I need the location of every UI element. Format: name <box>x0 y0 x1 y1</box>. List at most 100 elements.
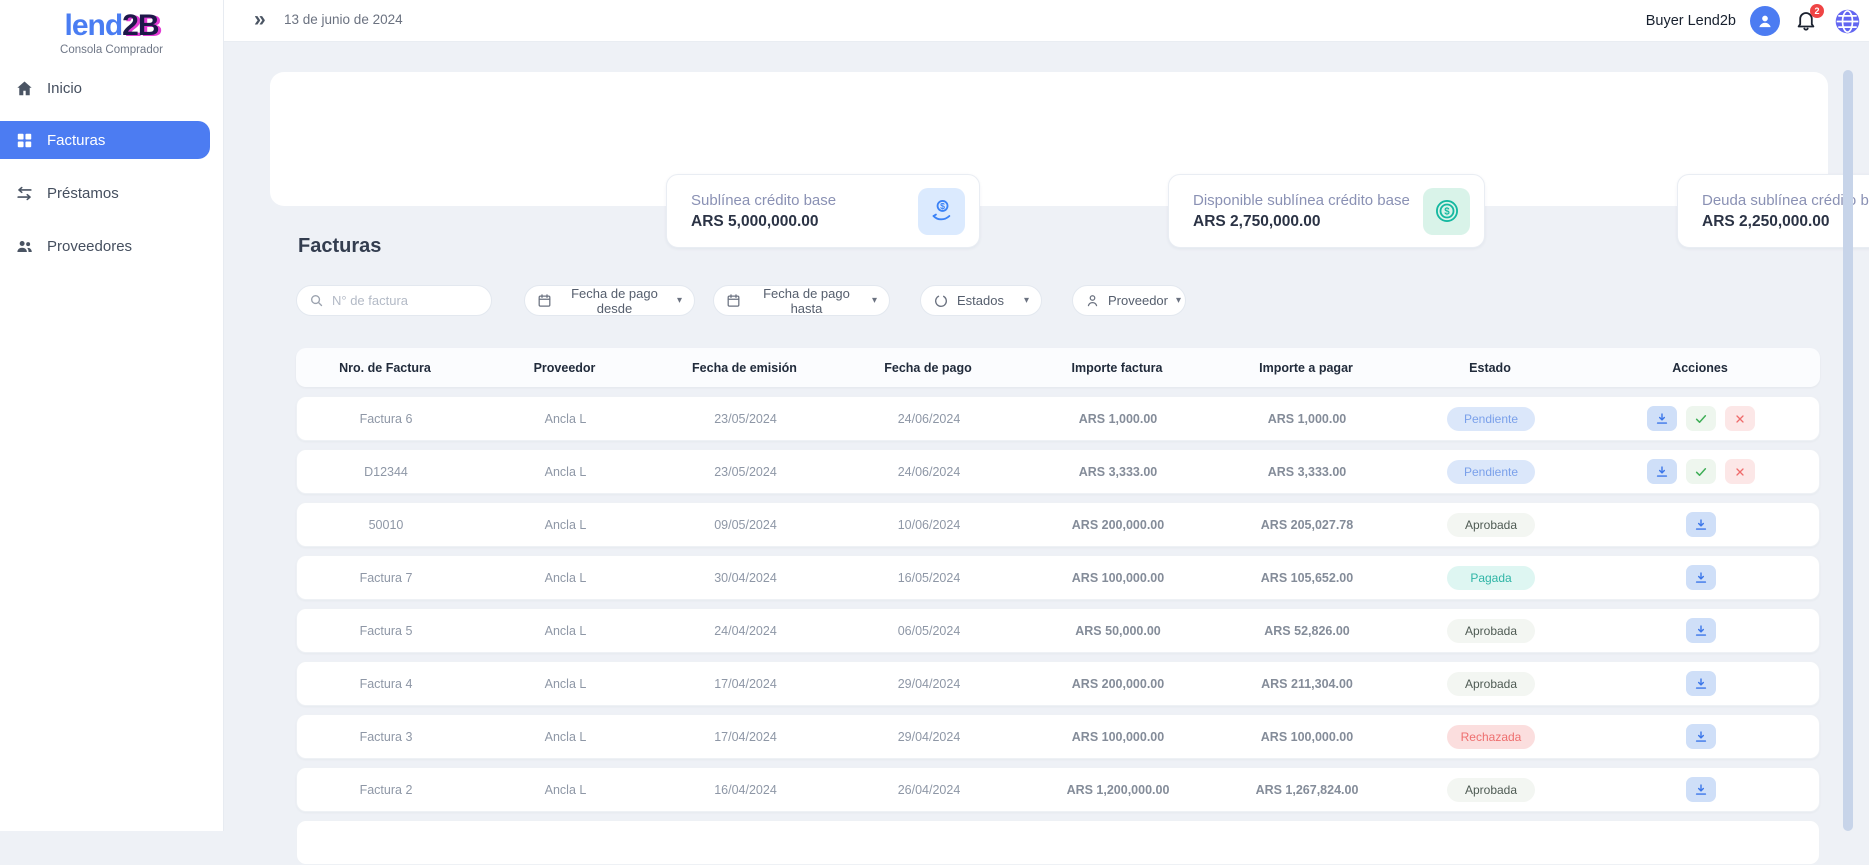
status-badge: Aprobada <box>1447 778 1535 802</box>
notification-count-badge: 2 <box>1810 4 1824 18</box>
provider-cell: Ancla L <box>475 412 656 426</box>
invoice-amount-cell: ARS 1,000.00 <box>1023 412 1213 426</box>
stat-card-debt: Deuda sublínea crédito base ARS 2,250,00… <box>1677 174 1869 248</box>
status-badge: Aprobada <box>1447 619 1535 643</box>
user-name: Buyer Lend2b <box>1646 13 1736 29</box>
table-row: Factura 2 Ancla L 16/04/2024 26/04/2024 … <box>296 767 1820 812</box>
payable-amount-cell: ARS 205,027.78 <box>1213 518 1401 532</box>
row-actions <box>1581 724 1821 749</box>
language-globe-icon[interactable] <box>1834 8 1861 35</box>
payable-amount-cell: ARS 100,000.00 <box>1213 730 1401 744</box>
invoice-amount-cell: ARS 100,000.00 <box>1023 730 1213 744</box>
table-header: Nro. de Factura Proveedor Fecha de emisi… <box>296 348 1820 387</box>
logo-text-primary: lend <box>64 9 122 42</box>
download-invoice-button[interactable] <box>1647 459 1677 484</box>
sidebar-item-proveedores[interactable]: Proveedores <box>0 232 223 260</box>
user-avatar[interactable] <box>1750 6 1780 36</box>
approve-invoice-button[interactable] <box>1686 406 1716 431</box>
column-header: Estado <box>1400 361 1580 375</box>
invoice-amount-cell: ARS 1,200,000.00 <box>1023 783 1213 797</box>
table-row: 50010 Ancla L 09/05/2024 10/06/2024 ARS … <box>296 502 1820 547</box>
download-invoice-button[interactable] <box>1686 618 1716 643</box>
row-actions <box>1581 512 1821 537</box>
page-scrollbar[interactable] <box>1843 70 1853 831</box>
notifications-bell-icon[interactable]: 2 <box>1794 7 1820 35</box>
approve-invoice-button[interactable] <box>1686 459 1716 484</box>
provider-cell: Ancla L <box>475 677 656 691</box>
reject-invoice-button[interactable] <box>1725 459 1755 484</box>
table-row: Factura 4 Ancla L 17/04/2024 29/04/2024 … <box>296 661 1820 706</box>
invoice-number-cell: Factura 7 <box>297 571 475 585</box>
filter-label: Fecha de pago desde <box>560 286 669 316</box>
download-invoice-button[interactable] <box>1686 671 1716 696</box>
row-actions <box>1581 406 1821 431</box>
status-badge: Pagada <box>1447 566 1535 590</box>
filter-provider[interactable]: Proveedor ▾ <box>1072 285 1186 316</box>
download-invoice-button[interactable] <box>1686 565 1716 590</box>
filter-label: Estados <box>957 293 1004 308</box>
stat-value: ARS 2,750,000.00 <box>1193 213 1410 231</box>
provider-cell: Ancla L <box>475 571 656 585</box>
column-header: Fecha de emisión <box>655 361 834 375</box>
issue-date-cell: 17/04/2024 <box>656 730 835 744</box>
issue-date-cell: 23/05/2024 <box>656 412 835 426</box>
provider-cell: Ancla L <box>475 730 656 744</box>
invoice-number-cell: 50010 <box>297 518 475 532</box>
payable-amount-cell: ARS 1,000.00 <box>1213 412 1401 426</box>
filter-label: Proveedor <box>1108 293 1168 308</box>
sidebar-item-facturas[interactable]: Facturas <box>0 121 210 159</box>
filter-states[interactable]: Estados ▾ <box>920 285 1042 316</box>
sidebar-collapse-icon[interactable]: » <box>254 6 266 34</box>
download-invoice-button[interactable] <box>1686 777 1716 802</box>
sidebar-item-prestamos[interactable]: Préstamos <box>0 179 223 207</box>
column-header: Acciones <box>1580 361 1820 375</box>
sidebar-item-inicio[interactable]: Inicio <box>0 74 223 102</box>
invoice-amount-cell: ARS 3,333.00 <box>1023 465 1213 479</box>
pay-date-cell: 10/06/2024 <box>835 518 1023 532</box>
issue-date-cell: 09/05/2024 <box>656 518 835 532</box>
invoice-search[interactable] <box>296 285 492 316</box>
invoice-amount-cell: ARS 100,000.00 <box>1023 571 1213 585</box>
status-badge: Rechazada <box>1447 725 1535 749</box>
search-input[interactable] <box>332 293 462 308</box>
row-actions <box>1581 618 1821 643</box>
calendar-icon <box>726 293 741 308</box>
status-badge: Pendiente <box>1447 407 1535 431</box>
calendar-icon <box>537 293 552 308</box>
topbar: » 13 de junio de 2024 Buyer Lend2b 2 <box>224 0 1869 42</box>
column-header: Nro. de Factura <box>296 361 474 375</box>
download-invoice-button[interactable] <box>1647 406 1677 431</box>
invoice-number-cell: Factura 2 <box>297 783 475 797</box>
table-row: Factura 6 Ancla L 23/05/2024 24/06/2024 … <box>296 396 1820 441</box>
column-header: Fecha de pago <box>834 361 1022 375</box>
invoice-number-cell: Factura 6 <box>297 412 475 426</box>
logo-text-accent: 2B <box>122 9 158 42</box>
invoice-number-cell: Factura 4 <box>297 677 475 691</box>
payable-amount-cell: ARS 3,333.00 <box>1213 465 1401 479</box>
provider-cell: Ancla L <box>475 783 656 797</box>
filter-pay-date-to[interactable]: Fecha de pago hasta ▾ <box>713 285 890 316</box>
provider-cell: Ancla L <box>475 518 656 532</box>
pay-date-cell: 16/05/2024 <box>835 571 1023 585</box>
page-title: Facturas <box>298 235 381 258</box>
pay-date-cell: 26/04/2024 <box>835 783 1023 797</box>
pay-date-cell: 29/04/2024 <box>835 677 1023 691</box>
download-invoice-button[interactable] <box>1686 512 1716 537</box>
chevron-down-icon: ▾ <box>1176 295 1181 306</box>
payable-amount-cell: ARS 52,826.00 <box>1213 624 1401 638</box>
transfer-arrows-icon <box>15 184 34 203</box>
status-circle-icon <box>933 293 949 309</box>
pay-date-cell: 29/04/2024 <box>835 730 1023 744</box>
reject-invoice-button[interactable] <box>1725 406 1755 431</box>
issue-date-cell: 16/04/2024 <box>656 783 835 797</box>
pay-date-cell: 24/06/2024 <box>835 465 1023 479</box>
chevron-down-icon: ▾ <box>677 295 682 306</box>
column-header: Importe factura <box>1022 361 1212 375</box>
sidebar-item-label: Facturas <box>47 132 105 149</box>
filter-pay-date-from[interactable]: Fecha de pago desde ▾ <box>524 285 695 316</box>
search-icon <box>309 293 324 308</box>
invoice-number-cell: Factura 3 <box>297 730 475 744</box>
issue-date-cell: 17/04/2024 <box>656 677 835 691</box>
download-invoice-button[interactable] <box>1686 724 1716 749</box>
sidebar-item-label: Préstamos <box>47 185 119 202</box>
